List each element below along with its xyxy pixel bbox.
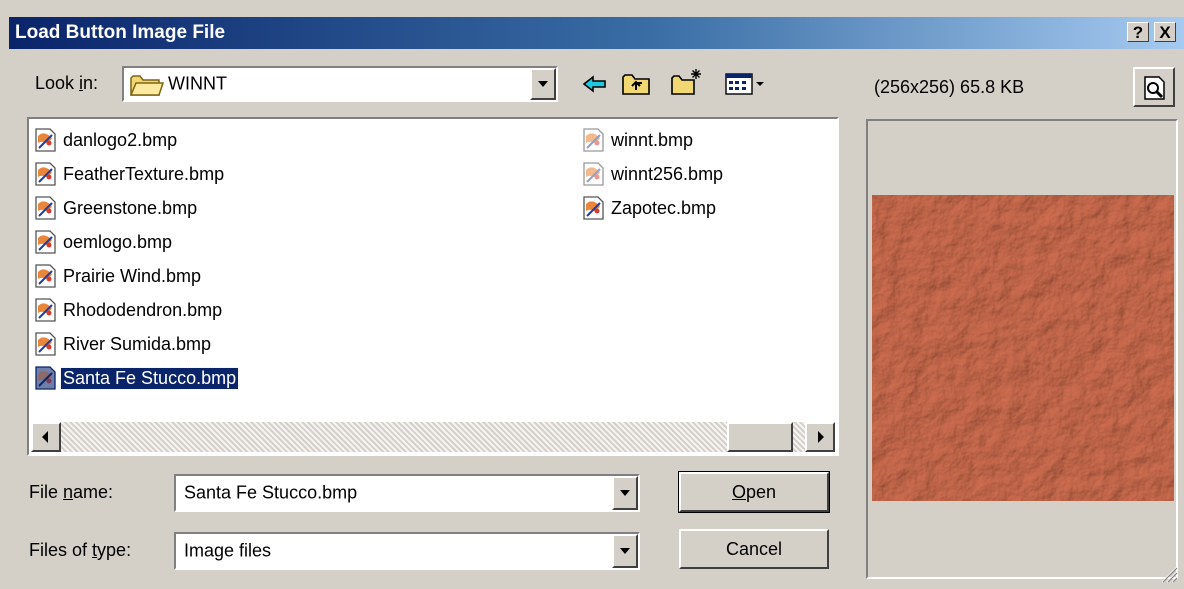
list-item[interactable]: danlogo2.bmp: [33, 126, 179, 154]
list-item[interactable]: winnt256.bmp: [581, 160, 725, 188]
bitmap-file-icon: [33, 229, 59, 255]
filetype-value: Image files: [184, 540, 272, 561]
file-name: oemlogo.bmp: [63, 231, 173, 252]
bitmap-file-icon: [581, 127, 607, 153]
file-name: Greenstone.bmp: [63, 197, 198, 218]
list-item[interactable]: River Sumida.bmp: [33, 330, 213, 358]
file-name: winnt.bmp: [611, 129, 694, 150]
resize-grip-icon[interactable]: [1158, 563, 1178, 583]
list-item[interactable]: oemlogo.bmp: [33, 228, 174, 256]
lookin-combo[interactable]: WINNT: [122, 66, 558, 102]
bitmap-file-icon: [581, 195, 607, 221]
close-button[interactable]: X: [1154, 22, 1176, 42]
bitmap-file-icon: [33, 365, 59, 391]
arrow-right-icon: [818, 431, 824, 443]
filename-label: File name:: [29, 482, 114, 502]
image-preview: [872, 195, 1174, 501]
help-button[interactable]: ?: [1127, 22, 1149, 42]
file-name: River Sumida.bmp: [63, 333, 212, 354]
file-name: Prairie Wind.bmp: [63, 265, 202, 286]
magnifier-page-icon: [1143, 75, 1167, 101]
bitmap-file-icon: [33, 297, 59, 323]
list-item[interactable]: Prairie Wind.bmp: [33, 262, 203, 290]
bitmap-file-icon: [581, 161, 607, 187]
filetype-dropdown-button[interactable]: [612, 534, 638, 568]
chevron-down-icon: [538, 81, 548, 87]
view-menu-icon[interactable]: [724, 71, 766, 97]
back-arrow-icon[interactable]: [582, 72, 608, 96]
filetype-combo[interactable]: Image files: [174, 532, 640, 570]
chevron-down-icon: [620, 548, 630, 554]
scroll-right-button[interactable]: [805, 422, 835, 452]
bitmap-file-icon: [33, 161, 59, 187]
file-list[interactable]: danlogo2.bmp FeatherTexture.bmp Greensto…: [27, 117, 839, 456]
bitmap-file-icon: [33, 263, 59, 289]
file-name: Zapotec.bmp: [611, 197, 717, 218]
bitmap-file-icon: [33, 331, 59, 357]
list-item[interactable]: Rhododendron.bmp: [33, 296, 224, 324]
list-item-selected[interactable]: Santa Fe Stucco.bmp: [33, 364, 240, 392]
dialog-title: Load Button Image File: [15, 22, 226, 43]
preview-pane: [866, 119, 1178, 579]
up-folder-icon[interactable]: [621, 71, 651, 97]
bitmap-file-icon: [33, 195, 59, 221]
cancel-button[interactable]: Cancel: [679, 529, 829, 569]
lookin-dropdown-button[interactable]: [530, 68, 556, 100]
new-folder-icon[interactable]: [670, 67, 704, 97]
scroll-thumb[interactable]: [727, 422, 793, 452]
load-image-dialog: Load Button Image File ? X Look in: WINN…: [0, 0, 1184, 589]
file-name: Santa Fe Stucco.bmp: [59, 366, 240, 390]
file-name: winnt256.bmp: [611, 163, 724, 184]
horizontal-scrollbar[interactable]: [31, 422, 835, 452]
lookin-value: WINNT: [168, 73, 227, 94]
filename-dropdown-button[interactable]: [612, 476, 638, 510]
chevron-down-icon: [620, 490, 630, 496]
filetype-label: Files of type:: [29, 540, 132, 560]
preview-info: (256x256) 65.8 KB: [874, 77, 1025, 97]
list-item[interactable]: Greenstone.bmp: [33, 194, 199, 222]
lookin-label: Look in:: [35, 73, 99, 93]
folder-icon: [130, 73, 164, 97]
scroll-left-button[interactable]: [31, 422, 61, 452]
arrow-left-icon: [42, 431, 48, 443]
file-name: danlogo2.bmp: [63, 129, 178, 150]
open-button[interactable]: Open: [678, 471, 830, 513]
list-item[interactable]: winnt.bmp: [581, 126, 695, 154]
filename-combo[interactable]: Santa Fe Stucco.bmp: [174, 474, 640, 512]
file-name: FeatherTexture.bmp: [63, 163, 225, 184]
list-item[interactable]: Zapotec.bmp: [581, 194, 718, 222]
filename-value: Santa Fe Stucco.bmp: [184, 482, 358, 503]
title-bar[interactable]: Load Button Image File ? X: [9, 17, 1184, 49]
bitmap-file-icon: [33, 127, 59, 153]
list-item[interactable]: FeatherTexture.bmp: [33, 160, 226, 188]
file-name: Rhododendron.bmp: [63, 299, 223, 320]
preview-toggle-button[interactable]: [1133, 67, 1175, 107]
